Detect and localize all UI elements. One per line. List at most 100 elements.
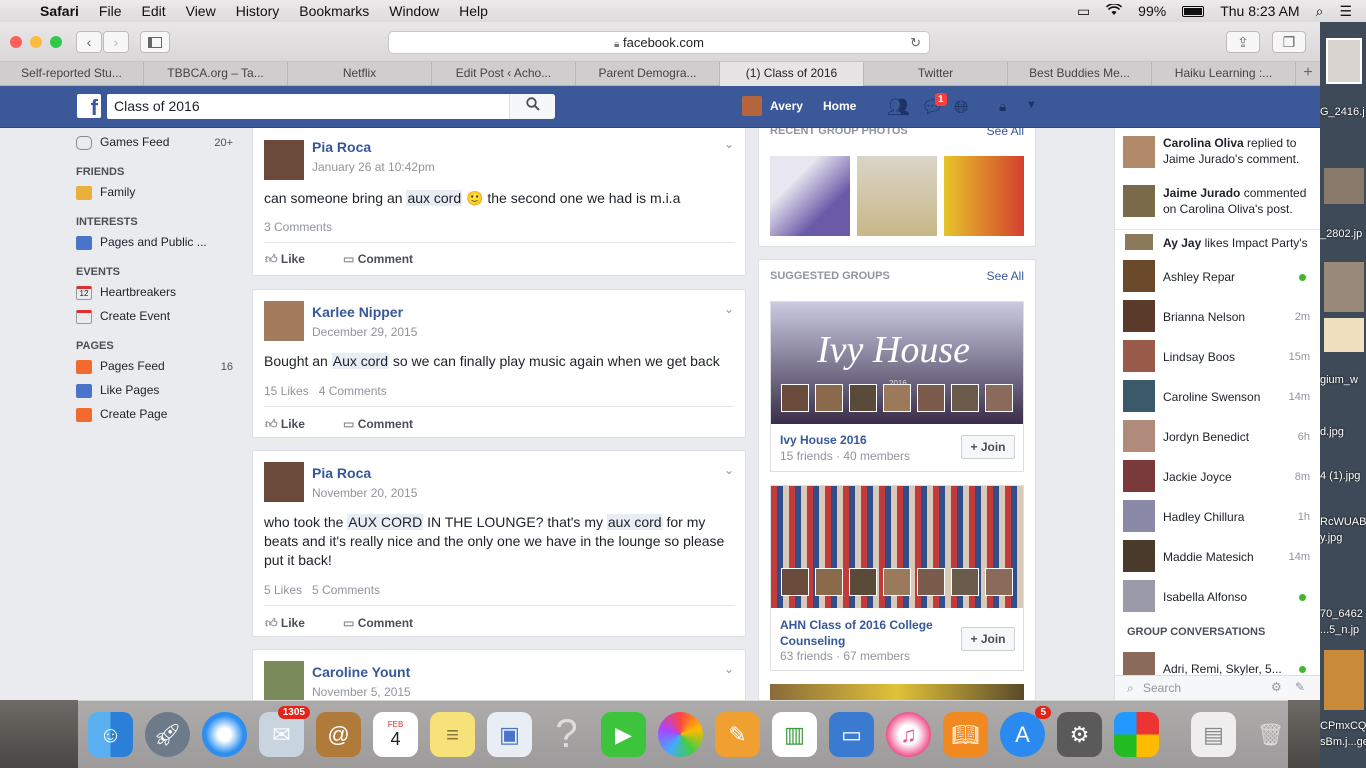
- contact-name[interactable]: Jackie Joyce: [1163, 470, 1232, 484]
- menu-window[interactable]: Window: [389, 3, 439, 19]
- like-button[interactable]: 👍︎ Like: [265, 417, 305, 432]
- post-stats[interactable]: 15 Likes 4 Comments: [264, 384, 387, 398]
- post-author[interactable]: Caroline Yount: [312, 664, 410, 680]
- profile-link[interactable]: Avery: [770, 99, 803, 113]
- post-date[interactable]: November 20, 2015: [312, 486, 417, 500]
- app-store-icon[interactable]: A5: [1000, 706, 1051, 757]
- desktop-file-thumbnail[interactable]: [1324, 262, 1364, 312]
- sidebar-item-games-feed[interactable]: Games Feed: [76, 135, 169, 150]
- facetime-icon[interactable]: ▶: [601, 712, 646, 757]
- post-options-chevron-icon[interactable]: ⌄: [724, 302, 734, 316]
- photos-icon[interactable]: [658, 712, 703, 757]
- sidebar-item-like-pages[interactable]: Like Pages: [76, 383, 159, 398]
- avatar[interactable]: [1123, 460, 1155, 492]
- desktop-file-label[interactable]: _2802.jp: [1320, 228, 1366, 240]
- see-all-groups-link[interactable]: See All: [987, 269, 1024, 283]
- join-group-button[interactable]: + Join: [961, 435, 1015, 459]
- comment-button[interactable]: ▭ Comment: [343, 616, 413, 630]
- sidebar-item-pages-public[interactable]: Pages and Public ...: [76, 235, 207, 250]
- post-author[interactable]: Pia Roca: [312, 139, 371, 155]
- group-name[interactable]: Ivy House 2016: [780, 433, 867, 447]
- avatar[interactable]: [1123, 185, 1155, 217]
- minimize-window-button[interactable]: [30, 36, 42, 48]
- desktop-file-label[interactable]: sBm.j...ge.jp: [1320, 736, 1366, 748]
- post-date[interactable]: November 5, 2015: [312, 685, 411, 699]
- gear-icon[interactable]: ⚙: [1271, 680, 1282, 694]
- spotlight-icon[interactable]: ⌕: [1316, 3, 1324, 20]
- airplay-icon[interactable]: ▭: [1077, 3, 1090, 20]
- battery-icon[interactable]: [1182, 5, 1205, 17]
- close-window-button[interactable]: [10, 36, 22, 48]
- clock[interactable]: Thu 8:23 AM: [1220, 3, 1299, 19]
- avatar[interactable]: [1123, 420, 1155, 452]
- wifi-icon[interactable]: [1106, 3, 1123, 19]
- avatar[interactable]: [1125, 234, 1153, 250]
- group-cover-image[interactable]: Ivy House 2016: [771, 302, 1023, 424]
- tab-twitter[interactable]: Twitter: [864, 62, 1008, 86]
- search-button[interactable]: [509, 94, 555, 119]
- system-preferences-icon[interactable]: ⚙: [1057, 712, 1102, 757]
- comment-button[interactable]: ▭ Comment: [343, 252, 413, 266]
- group-cover-image[interactable]: [770, 684, 1024, 700]
- sidebar-item-create-event[interactable]: Create Event: [76, 309, 170, 324]
- avatar[interactable]: [264, 301, 304, 341]
- post-date[interactable]: December 29, 2015: [312, 325, 417, 339]
- avatar[interactable]: [1123, 300, 1155, 332]
- avatar[interactable]: [1123, 136, 1155, 168]
- desktop-file-thumbnail[interactable]: [1324, 650, 1364, 710]
- group-photo[interactable]: [857, 156, 937, 236]
- safari-icon[interactable]: ✦: [202, 712, 247, 757]
- back-button[interactable]: ‹: [76, 31, 102, 53]
- tab-edit-post[interactable]: Edit Post ‹ Acho...: [432, 62, 576, 86]
- ticker-item[interactable]: Ay Jay likes Impact Party's: [1163, 235, 1319, 251]
- unknown-app-icon[interactable]: ?: [544, 712, 589, 757]
- post-options-chevron-icon[interactable]: ⌄: [724, 137, 734, 151]
- desktop-file-label[interactable]: ...5_n.jp: [1320, 624, 1366, 636]
- launchpad-icon[interactable]: 🚀︎: [145, 712, 190, 757]
- desktop-file-thumbnail[interactable]: [1326, 38, 1362, 84]
- avatar[interactable]: [1123, 260, 1155, 292]
- calendar-icon[interactable]: FEB 4: [373, 712, 418, 757]
- desktop-file-label[interactable]: gium_w: [1320, 374, 1366, 386]
- desktop-file-label[interactable]: RcWUAB: [1320, 516, 1366, 528]
- tab-parent-demographics[interactable]: Parent Demogra...: [576, 62, 720, 86]
- compose-icon[interactable]: ✎: [1295, 680, 1305, 694]
- contact-name[interactable]: Jordyn Benedict: [1163, 430, 1249, 444]
- menu-file[interactable]: File: [99, 3, 122, 19]
- group-photo[interactable]: [944, 156, 1024, 236]
- finder-icon[interactable]: ☺: [88, 712, 133, 757]
- home-link[interactable]: Home: [823, 99, 856, 113]
- tab-tbbca[interactable]: TBBCA.org – Ta...: [144, 62, 288, 86]
- avatar[interactable]: [1123, 380, 1155, 412]
- zoom-window-button[interactable]: [50, 36, 62, 48]
- sidebar-item-family[interactable]: Family: [76, 185, 135, 200]
- contact-name[interactable]: Maddie Matesich: [1163, 550, 1254, 564]
- like-button[interactable]: 👍︎ Like: [265, 252, 305, 267]
- new-tab-button[interactable]: +: [1296, 62, 1320, 85]
- sidebar-item-heartbreakers[interactable]: 12 Heartbreakers: [76, 285, 176, 300]
- desktop-file-label[interactable]: CPmxCQZWsA: [1320, 720, 1366, 732]
- microsoft-office-icon[interactable]: [1114, 712, 1159, 757]
- avatar[interactable]: [264, 140, 304, 180]
- menu-bookmarks[interactable]: Bookmarks: [299, 3, 369, 19]
- ticker-item[interactable]: Carolina Oliva replied to Jaime Jurado's…: [1163, 135, 1313, 167]
- contact-name[interactable]: Brianna Nelson: [1163, 310, 1245, 324]
- sidebar-button[interactable]: [140, 31, 170, 53]
- menu-history[interactable]: History: [236, 3, 280, 19]
- avatar[interactable]: [1123, 500, 1155, 532]
- group-cover-image[interactable]: [771, 486, 1023, 608]
- post-stats[interactable]: 5 Likes 5 Comments: [264, 583, 380, 597]
- contact-name[interactable]: Lindsay Boos: [1163, 350, 1235, 364]
- post-author[interactable]: Pia Roca: [312, 465, 371, 481]
- group-photo[interactable]: [770, 156, 850, 236]
- post-options-chevron-icon[interactable]: ⌄: [724, 463, 734, 477]
- notes-icon[interactable]: ≡: [430, 712, 475, 757]
- contact-name[interactable]: Isabella Alfonso: [1163, 590, 1247, 604]
- desktop-file-label[interactable]: 70_6462: [1320, 608, 1366, 620]
- notification-center-icon[interactable]: ☰: [1339, 3, 1352, 20]
- tab-class-of-2016[interactable]: (1) Class of 2016: [720, 62, 864, 86]
- menu-edit[interactable]: Edit: [141, 3, 165, 19]
- avatar[interactable]: [264, 661, 304, 700]
- desktop-file-thumbnail[interactable]: [1324, 168, 1364, 204]
- post-date[interactable]: January 26 at 10:42pm: [312, 160, 435, 174]
